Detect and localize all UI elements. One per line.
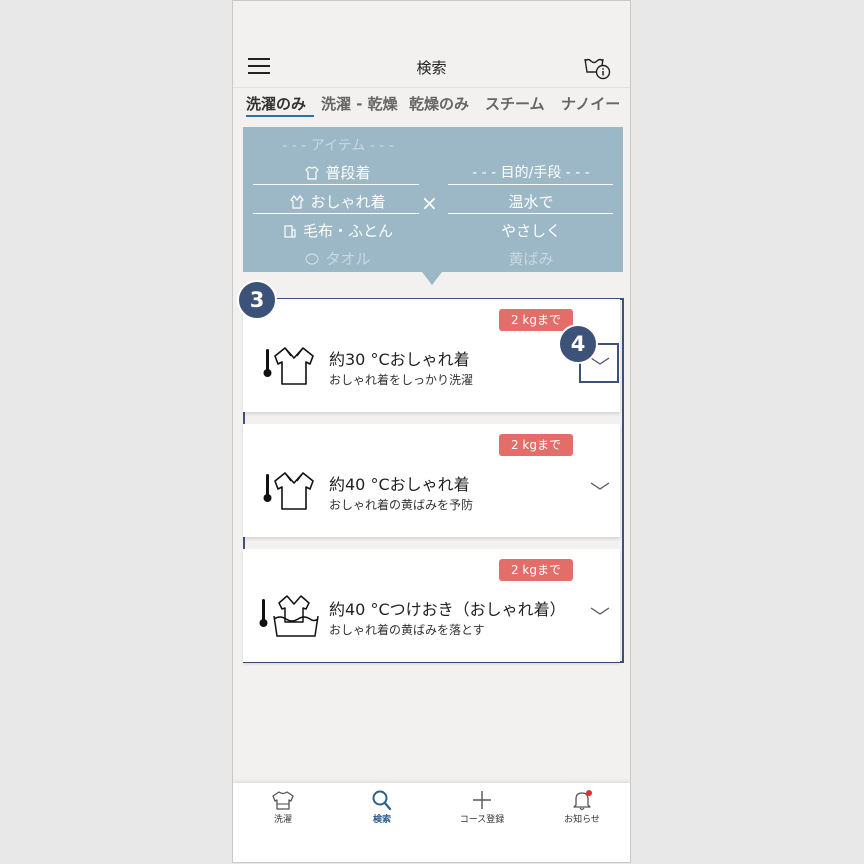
picker-pointer [422,272,442,285]
picker-item-towel[interactable]: タオル [253,248,423,270]
course-title: 約40 °Cおしゃれ着 [329,475,470,494]
step-4-badge: 4 [558,324,598,364]
blouse-icon [290,195,305,213]
tab-nanoe[interactable]: ナノイー [561,93,620,114]
times-symbol: × [421,191,438,215]
capacity-badge: 2 kgまで [499,434,573,456]
search-icon [372,790,392,811]
nav-label: 検索 [372,815,391,825]
capacity-badge: 2 kgまで [499,309,573,331]
bell-icon [573,790,592,811]
bottom-navigation: 洗濯 検索 コース登録 お知らせ [233,783,630,862]
picker-item-label: タオル [325,250,371,268]
course-description: おしゃれ着をしっかり洗濯 [329,373,474,387]
laundry-care-info-icon[interactable] [582,53,612,81]
step-3-badge: 3 [237,280,277,320]
tshirt-icon [305,166,320,184]
picker-item-label: 普段着 [325,164,371,182]
thermometer-shirt-icon [261,344,315,390]
tab-dry-only[interactable]: 乾燥のみ [409,93,469,114]
picker-purpose-hot-water[interactable]: 温水で [447,191,615,212]
page-title: 検索 [416,59,447,77]
picker-item-label: おしゃれ着 [310,193,386,211]
chevron-down-icon[interactable] [589,605,611,617]
picker-item-blanket[interactable]: 毛布・ふとん [253,220,423,242]
result-card[interactable]: 2 kgまで 約40 °Cおしゃれ着 おしゃれ着の黄ばみを予防 [243,424,620,537]
tab-steam[interactable]: スチーム [485,93,545,114]
item-column-header: - - - アイテム - - - [282,138,394,154]
active-tab-indicator [246,115,314,117]
plus-icon [473,791,491,809]
purpose-column-header: - - - 目的/手段 - - - [472,165,590,181]
picker-item-label: 毛布・ふとん [302,222,393,240]
app-header: 検索 [233,45,630,88]
picker-selection-line [448,184,613,185]
nav-wash[interactable]: 洗濯 [233,789,333,825]
picker-item-casual[interactable]: 普段着 [253,162,423,184]
search-picker[interactable]: - - - アイテム - - - 普段着 おしゃれ着 毛布・ふとん タオル × … [243,127,623,272]
nav-label: コース登録 [459,815,505,825]
course-title: 約40 °Cつけおき（おしゃれ着） [329,600,566,619]
course-description: おしゃれ着の黄ばみを落とす [329,623,485,637]
result-card[interactable]: 2 kgまで 約40 °Cつけおき（おしゃれ着） おしゃれ着の黄ばみを落とす [243,549,620,662]
towel-icon [305,252,320,270]
nav-notifications[interactable]: お知らせ [532,789,630,825]
notification-dot [586,790,592,796]
chevron-down-icon[interactable] [589,480,611,492]
tab-wash-dry[interactable]: 洗濯 - 乾燥 [321,93,398,114]
picker-purpose-yellowing[interactable]: 黄ばみ [447,248,615,269]
phone-screen: 検索 洗濯のみ 洗濯 - 乾燥 乾燥のみ スチーム ナノイー - - - アイテ… [232,0,631,863]
capacity-badge: 2 kgまで [499,559,573,581]
nav-label: 洗濯 [273,815,292,825]
shirt-icon [272,791,294,810]
picker-item-fashion[interactable]: おしゃれ着 [253,191,423,213]
picker-selection-line [253,184,419,185]
picker-selection-line [253,213,419,214]
picker-purpose-gentle[interactable]: やさしく [447,220,615,241]
course-title: 約30 °Cおしゃれ着 [329,350,470,369]
nav-course-register[interactable]: コース登録 [432,789,532,825]
nav-label: お知らせ [564,815,600,825]
picker-selection-line [448,213,613,214]
course-description: おしゃれ着の黄ばみを予防 [329,498,474,512]
thermometer-shirt-icon [261,469,315,515]
thermometer-soak-icon [257,592,319,642]
nav-search[interactable]: 検索 [332,789,432,825]
blanket-icon [283,224,297,242]
tab-wash-only[interactable]: 洗濯のみ [246,93,306,114]
